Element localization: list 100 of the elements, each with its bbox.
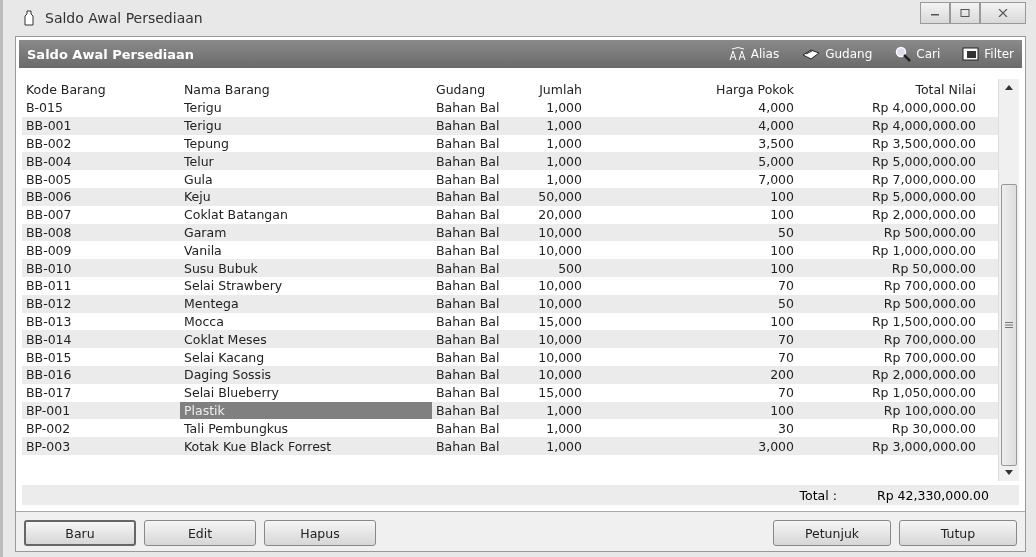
table-cell[interactable]: Mentega xyxy=(180,295,432,313)
table-cell-text: BB-010 xyxy=(25,259,73,277)
table-cell-text: 3,500 xyxy=(757,135,795,152)
table-cell-text: 70 xyxy=(777,384,795,402)
table-cell[interactable]: Mocca xyxy=(180,312,432,330)
table-cell-text: BB-002 xyxy=(25,135,73,152)
table-cell[interactable]: Terigu xyxy=(180,117,432,135)
table-cell-text: Rp 2,000,000.00 xyxy=(870,206,977,224)
action-button[interactable]: Tutup xyxy=(899,520,1017,546)
table-cell-text: BP-001 xyxy=(25,401,72,419)
table-cell-text: BB-005 xyxy=(25,170,73,188)
table-cell-text: BB-007 xyxy=(25,206,73,224)
table-cell-text: BB-015 xyxy=(25,348,73,366)
table-cell-text: 7,000 xyxy=(757,170,795,188)
table-cell[interactable]: Garam xyxy=(180,223,432,241)
scroll-up-icon[interactable] xyxy=(1005,85,1013,90)
table-cell[interactable]: Coklat Meses xyxy=(180,330,432,348)
table-cell-text: BB-011 xyxy=(25,277,73,295)
table-cell-text: 1,000 xyxy=(545,437,583,455)
toolbar-button[interactable]: Filter xyxy=(962,46,1014,62)
table-cell-text: Bahan Bal xyxy=(435,348,501,366)
table-cell-text: Rp 1,050,000.00 xyxy=(870,384,977,402)
table-cell[interactable]: Tali Pembungkus xyxy=(180,419,432,437)
table-cell-text: 1,000 xyxy=(545,117,583,135)
table-cell-text: Rp 4,000,000.00 xyxy=(870,99,977,117)
table-cell-text: Rp 700,000.00 xyxy=(882,277,977,295)
scroll-down-icon[interactable] xyxy=(1005,470,1013,475)
column-header: Harga Pokok xyxy=(715,80,795,98)
table-cell-text: 1,000 xyxy=(545,152,583,170)
table-cell-text: 4,000 xyxy=(757,99,795,117)
table-cell-text: Rp 1,500,000.00 xyxy=(870,312,977,330)
table-cell-text: 30 xyxy=(777,419,795,437)
grip-icon xyxy=(1005,322,1013,328)
table-cell-text: Rp 5,000,000.00 xyxy=(870,188,977,206)
table-cell-text: BB-004 xyxy=(25,152,73,170)
letters-icon xyxy=(728,47,747,61)
table-cell-text: 50 xyxy=(777,223,795,241)
table-cell[interactable]: Susu Bubuk xyxy=(180,259,432,277)
table-cell[interactable]: Coklat Batangan xyxy=(180,206,432,224)
table-cell-text: Rp 3,500,000.00 xyxy=(870,135,977,152)
table-cell-text: Bahan Bal xyxy=(435,419,501,437)
table-cell-text: Bahan Bal xyxy=(435,312,501,330)
table-cell-text: 200 xyxy=(769,366,795,384)
table-cell-text: Bahan Bal xyxy=(435,330,501,348)
table-cell-text: Bahan Bal xyxy=(435,241,501,259)
table-cell[interactable]: Tepung xyxy=(180,135,432,152)
table-cell-text: Rp 5,000,000.00 xyxy=(870,152,977,170)
table-cell-text: BB-012 xyxy=(25,295,73,313)
table-cell-text: 15,000 xyxy=(537,312,583,330)
table-cell-text: Bahan Bal xyxy=(435,277,501,295)
table-cell[interactable]: Selai Kacang xyxy=(180,348,432,366)
column-header: Total Nilai xyxy=(914,80,977,98)
table-cell-text: Bahan Bal xyxy=(435,223,501,241)
action-button[interactable]: Petunjuk xyxy=(773,520,891,546)
action-button[interactable]: Baru xyxy=(24,520,136,546)
table-cell[interactable]: Vanila xyxy=(180,241,432,259)
table-cell[interactable]: Telur xyxy=(180,152,432,170)
table-cell-text: 100 xyxy=(769,241,795,259)
table-cell-text: Bahan Bal xyxy=(435,99,501,117)
table-cell-text: 10,000 xyxy=(537,295,583,313)
table-cell-text: 10,000 xyxy=(537,330,583,348)
maximize-button[interactable] xyxy=(950,2,980,24)
table-cell[interactable]: Kotak Kue Black Forrest xyxy=(180,437,432,455)
action-button[interactable]: Hapus xyxy=(264,520,376,546)
column-header: Gudang xyxy=(435,80,487,98)
table-cell[interactable]: Terigu xyxy=(180,99,432,117)
table-cell-text: Rp 500,000.00 xyxy=(882,295,977,313)
table-cell-text: Bahan Bal xyxy=(435,117,501,135)
table-cell-text: BB-006 xyxy=(25,188,73,206)
table-cell-text: Bahan Bal xyxy=(435,152,501,170)
table-cell[interactable]: Daging Sossis xyxy=(180,366,432,384)
table-cell-text: 1,000 xyxy=(545,419,583,437)
table-cell-text: 1,000 xyxy=(545,135,583,152)
table-cell-text: Bahan Bal xyxy=(435,384,501,402)
toolbar-button[interactable]: Gudang xyxy=(801,46,873,62)
total-label: Total : xyxy=(799,487,837,503)
table-cell-text: 70 xyxy=(777,277,795,295)
table-cell-text: Bahan Bal xyxy=(435,437,501,455)
column-header: Kode Barang xyxy=(25,80,107,98)
table-cell-text: Bahan Bal xyxy=(435,188,501,206)
table-cell-text: Bahan Bal xyxy=(435,295,501,313)
table-cell-text: BB-008 xyxy=(25,223,73,241)
table-cell-text: Rp 100,000.00 xyxy=(882,401,977,419)
table-cell[interactable]: Selai Blueberry xyxy=(180,384,432,402)
search-button[interactable]: Cari xyxy=(894,46,941,62)
table-cell-text: 4,000 xyxy=(757,117,795,135)
toolbar-button[interactable]: Alias xyxy=(728,46,780,62)
table-cell-text: Rp 700,000.00 xyxy=(882,330,977,348)
table-cell-text: Bahan Bal xyxy=(435,259,501,277)
table-cell-text: BB-016 xyxy=(25,366,73,384)
table-cell-text: 100 xyxy=(769,259,795,277)
maximize-icon xyxy=(960,9,970,17)
panel-title: Saldo Awal Persediaan xyxy=(27,46,195,62)
scrollbar[interactable] xyxy=(998,79,1019,481)
table-cell-text: 3,000 xyxy=(757,437,795,455)
table-cell-text: 15,000 xyxy=(537,384,583,402)
action-button[interactable]: Edit xyxy=(144,520,256,546)
table-cell[interactable]: Gula xyxy=(180,170,432,188)
table-cell[interactable]: Keju xyxy=(180,188,432,206)
table-cell[interactable]: Selai Strawbery xyxy=(180,277,432,295)
